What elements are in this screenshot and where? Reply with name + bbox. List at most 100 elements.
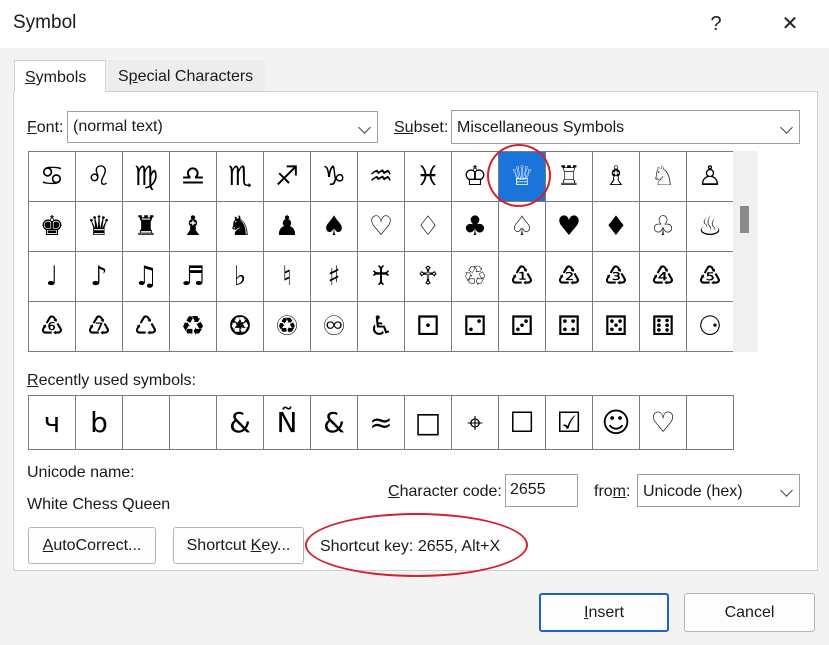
scrollbar-thumb[interactable]	[740, 206, 749, 233]
recent-symbol-cell[interactable]: Ñ	[264, 396, 311, 450]
symbol-cell[interactable]: ♐	[264, 152, 311, 202]
title-bar: Symbol ? ✕	[0, 0, 829, 48]
font-label: Font:	[27, 119, 64, 136]
symbol-cell[interactable]: ♽	[264, 302, 311, 352]
symbol-cell[interactable]: ♫	[123, 252, 170, 302]
symbol-cell[interactable]: ♒	[358, 152, 405, 202]
symbol-grid: ♋ ♌ ♍ ♎ ♏ ♐ ♑ ♒ ♓ ♔ ♕ ♖ ♗ ♘ ♙ ♚ ♛ ♜ ♝ ♞ ♟ ♠ ♡ ♢ ♣ ♤ ♥ ♦ ♧ ♨ ♩ ♪ ♫ ♬ ♭ ♮ ♯ ♰ ♱ ♲…	[28, 151, 734, 352]
symbol-cell[interactable]: ♏	[217, 152, 264, 202]
symbol-cell[interactable]: ⚆	[687, 302, 734, 352]
symbol-cell[interactable]: ♱	[405, 252, 452, 302]
tab-symbols[interactable]: Symbols	[14, 60, 106, 92]
symbol-cell[interactable]: ♗	[593, 152, 640, 202]
symbol-cell[interactable]: ♛	[76, 202, 123, 252]
encoding-dropdown[interactable]: Unicode (hex)	[637, 474, 800, 507]
font-dropdown[interactable]: (normal text)	[67, 111, 378, 143]
symbol-cell-selected[interactable]: ♕	[499, 152, 546, 202]
symbol-cell[interactable]: ♶	[640, 252, 687, 302]
symbol-cell[interactable]: ♟	[264, 202, 311, 252]
symbol-cell[interactable]: ♘	[640, 152, 687, 202]
recent-symbol-cell[interactable]: ☐	[499, 396, 546, 450]
chevron-down-icon	[358, 121, 371, 134]
recent-symbol-cell[interactable]: ч	[29, 396, 76, 450]
symbol-cell[interactable]: ♹	[76, 302, 123, 352]
symbol-grid-scrollbar[interactable]	[733, 151, 758, 352]
unicode-name-value: White Chess Queen	[27, 496, 171, 513]
symbol-cell[interactable]: ♻	[170, 302, 217, 352]
tab-special-characters[interactable]: Special Characters	[108, 60, 265, 92]
symbol-cell[interactable]: ♖	[546, 152, 593, 202]
symbol-cell[interactable]: ♋	[29, 152, 76, 202]
chevron-down-icon	[780, 121, 793, 134]
symbol-row: ♋ ♌ ♍ ♎ ♏ ♐ ♑ ♒ ♓ ♔ ♕ ♖ ♗ ♘ ♙	[29, 152, 734, 202]
cancel-button[interactable]: Cancel	[684, 593, 815, 632]
shortcut-key-button[interactable]: Shortcut Key...	[173, 527, 304, 564]
symbol-cell[interactable]: ♚	[29, 202, 76, 252]
symbol-cell[interactable]: ♍	[123, 152, 170, 202]
symbol-cell[interactable]: ♡	[358, 202, 405, 252]
recent-symbol-cell[interactable]: &	[311, 396, 358, 450]
symbol-cell[interactable]: ♥	[546, 202, 593, 252]
symbol-cell[interactable]: ⚁	[452, 302, 499, 352]
symbol-cell[interactable]: ♲	[452, 252, 499, 302]
symbol-cell[interactable]: ♩	[29, 252, 76, 302]
symbol-cell[interactable]: ♞	[217, 202, 264, 252]
symbol-cell[interactable]: ♰	[358, 252, 405, 302]
recent-symbol-cell[interactable]: ☺	[593, 396, 640, 450]
symbol-cell[interactable]: ♾	[311, 302, 358, 352]
symbol-cell[interactable]: ♠	[311, 202, 358, 252]
symbol-cell[interactable]: ♣	[452, 202, 499, 252]
symbol-cell[interactable]: ⚃	[546, 302, 593, 352]
insert-button[interactable]: Insert	[539, 593, 669, 632]
symbol-cell[interactable]: ♺	[123, 302, 170, 352]
recent-symbol-cell[interactable]: ⌖	[452, 396, 499, 450]
symbol-cell[interactable]: ⚅	[640, 302, 687, 352]
symbol-cell[interactable]: ♪	[76, 252, 123, 302]
window-title: Symbol	[13, 12, 77, 33]
help-icon[interactable]: ?	[694, 8, 738, 40]
symbol-cell[interactable]: ♭	[217, 252, 264, 302]
symbol-cell[interactable]: ♢	[405, 202, 452, 252]
symbol-cell[interactable]: ♿	[358, 302, 405, 352]
recent-symbol-cell[interactable]: □	[405, 396, 452, 450]
symbol-cell[interactable]: ♤	[499, 202, 546, 252]
symbol-cell[interactable]: ♵	[593, 252, 640, 302]
symbol-cell[interactable]: ♸	[29, 302, 76, 352]
symbol-cell[interactable]: ♷	[687, 252, 734, 302]
recent-symbol-cell[interactable]: ☑	[546, 396, 593, 450]
symbol-cell[interactable]: ♨	[687, 202, 734, 252]
symbol-cell[interactable]: ♌	[76, 152, 123, 202]
symbol-cell[interactable]: ♑	[311, 152, 358, 202]
symbol-cell[interactable]: ♙	[687, 152, 734, 202]
recent-symbol-cell[interactable]: b	[76, 396, 123, 450]
symbol-cell[interactable]: ♳	[499, 252, 546, 302]
recent-symbol-cell[interactable]	[687, 396, 734, 450]
shortcut-key-info: Shortcut key: 2655, Alt+X	[320, 538, 501, 555]
symbol-cell[interactable]: ⚄	[593, 302, 640, 352]
recent-symbol-cell[interactable]	[170, 396, 217, 450]
symbol-cell[interactable]: ♜	[123, 202, 170, 252]
symbol-cell[interactable]: ♎	[170, 152, 217, 202]
recent-symbol-cell[interactable]	[123, 396, 170, 450]
recent-symbols-row: ч b & Ñ & ≈ □ ⌖ ☐ ☑ ☺ ♡	[28, 395, 734, 450]
symbol-cell[interactable]: ♬	[170, 252, 217, 302]
autocorrect-button[interactable]: AutoCorrect...	[28, 527, 156, 564]
recent-symbol-cell[interactable]: &	[217, 396, 264, 450]
symbol-cell[interactable]: ♦	[593, 202, 640, 252]
character-code-input[interactable]: 2655	[505, 474, 578, 507]
symbol-cell[interactable]: ♴	[546, 252, 593, 302]
symbol-cell[interactable]: ⚂	[499, 302, 546, 352]
subset-dropdown[interactable]: Miscellaneous Symbols	[451, 110, 800, 144]
close-icon[interactable]: ✕	[768, 8, 812, 40]
symbol-row: ♸ ♹ ♺ ♻ ♼ ♽ ♾ ♿ ⚀ ⚁ ⚂ ⚃ ⚄ ⚅ ⚆	[29, 302, 734, 352]
symbol-cell[interactable]: ♮	[264, 252, 311, 302]
symbol-cell[interactable]: ♼	[217, 302, 264, 352]
symbol-cell[interactable]: ♝	[170, 202, 217, 252]
symbol-cell[interactable]: ♯	[311, 252, 358, 302]
recent-symbol-cell[interactable]: ♡	[640, 396, 687, 450]
recent-symbol-cell[interactable]: ≈	[358, 396, 405, 450]
symbol-cell[interactable]: ⚀	[405, 302, 452, 352]
symbol-cell[interactable]: ♔	[452, 152, 499, 202]
symbol-cell[interactable]: ♓	[405, 152, 452, 202]
symbol-cell[interactable]: ♧	[640, 202, 687, 252]
